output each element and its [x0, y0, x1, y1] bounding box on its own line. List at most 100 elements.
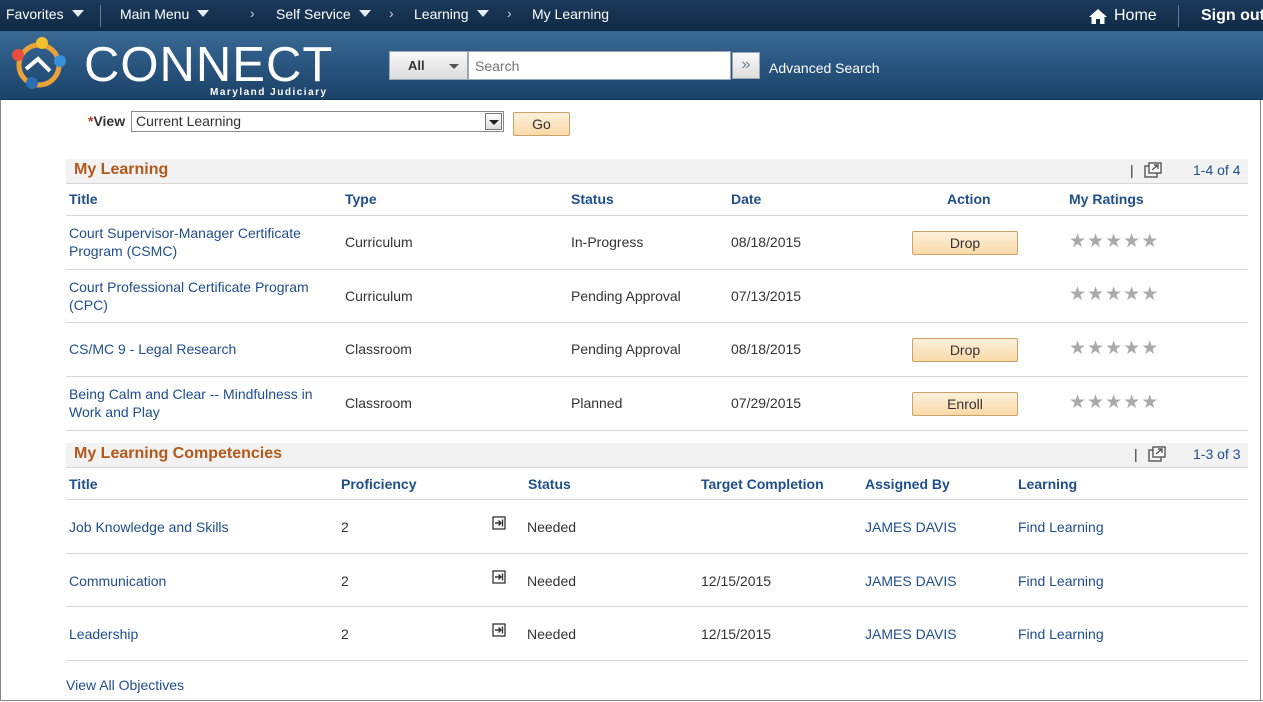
star-icon[interactable]: ★	[1105, 283, 1122, 306]
column-header-target-completion[interactable]: Target Completion	[701, 476, 824, 492]
enter-arrow-icon[interactable]	[492, 570, 506, 584]
nav-divider	[100, 5, 101, 27]
toolbar-divider: |	[1134, 446, 1138, 462]
divider	[66, 183, 1248, 184]
chevron-down-icon	[449, 64, 459, 69]
drop-button[interactable]: Drop	[912, 338, 1018, 362]
star-icon[interactable]: ★	[1105, 337, 1122, 360]
competency-title-link[interactable]: Communication	[69, 573, 166, 589]
enter-arrow-icon[interactable]	[492, 516, 506, 530]
star-icon[interactable]: ★	[1087, 391, 1104, 414]
find-learning-link[interactable]: Find Learning	[1018, 573, 1104, 589]
search-input[interactable]	[468, 51, 731, 80]
breadcrumb-my-learning[interactable]: My Learning	[532, 6, 609, 22]
column-header-proficiency[interactable]: Proficiency	[341, 476, 416, 492]
column-header-title[interactable]: Title	[69, 476, 98, 492]
assigned-by-link[interactable]: JAMES DAVIS	[865, 573, 957, 589]
star-icon[interactable]: ★	[1105, 391, 1122, 414]
favorites-menu[interactable]: Favorites	[6, 6, 84, 22]
learning-title-link[interactable]: Being Calm and Clear -- Mindfulness in W…	[69, 385, 329, 421]
column-header-date[interactable]: Date	[731, 191, 761, 207]
star-icon[interactable]: ★	[1141, 283, 1158, 306]
home-link[interactable]: Home	[1114, 7, 1157, 25]
star-icon[interactable]: ★	[1141, 230, 1158, 253]
star-icon[interactable]: ★	[1069, 283, 1086, 306]
star-icon[interactable]: ★	[1141, 337, 1158, 360]
column-header-title[interactable]: Title	[69, 191, 98, 207]
advanced-search-link[interactable]: Advanced Search	[769, 60, 880, 76]
star-icon[interactable]: ★	[1069, 391, 1086, 414]
competency-status: Needed	[527, 519, 577, 535]
grid-tools: |	[1130, 162, 1162, 178]
learning-type: Curriculum	[345, 288, 413, 304]
find-learning-link[interactable]: Find Learning	[1018, 626, 1104, 642]
breadcrumb-chevron-icon: ›	[250, 5, 255, 21]
chevron-down-icon	[71, 10, 84, 17]
chevron-down-icon	[476, 10, 489, 17]
star-icon[interactable]: ★	[1087, 283, 1104, 306]
competency-proficiency: 2	[341, 519, 349, 535]
frame-border	[0, 100, 1, 700]
star-icon[interactable]: ★	[1087, 230, 1104, 253]
divider	[66, 606, 1248, 607]
view-all-objectives-link[interactable]: View All Objectives	[66, 677, 184, 693]
learning-date: 07/13/2015	[731, 288, 802, 304]
learning-title-link[interactable]: Court Supervisor-Manager Certificate Pro…	[69, 224, 324, 260]
learning-title-link[interactable]: CS/MC 9 - Legal Research	[69, 341, 236, 357]
column-header-assigned-by[interactable]: Assigned By	[865, 476, 950, 492]
breadcrumb-chevron-icon: ›	[389, 5, 394, 21]
star-icon[interactable]: ★	[1087, 337, 1104, 360]
top-navigation-bar: Favorites Main Menu › Self Service › Lea…	[0, 0, 1263, 31]
assigned-by-link[interactable]: JAMES DAVIS	[865, 626, 957, 642]
column-header-action: Action	[947, 191, 991, 207]
my-learning-grid: My Learning | 1-4 of 4 Title Type Status…	[66, 159, 1248, 431]
competency-title-link[interactable]: Job Knowledge and Skills	[69, 519, 229, 535]
rating-stars[interactable]: ★★★★★	[1069, 391, 1159, 414]
star-icon[interactable]: ★	[1123, 283, 1140, 306]
main-menu[interactable]: Main Menu	[120, 6, 210, 22]
competency-target: 12/15/2015	[701, 626, 772, 642]
star-icon[interactable]: ★	[1123, 337, 1140, 360]
grid-title: My Learning	[74, 161, 169, 178]
column-header-status[interactable]: Status	[528, 476, 571, 492]
frame-border	[0, 700, 1263, 701]
home-icon[interactable]	[1088, 8, 1108, 25]
learning-title-link[interactable]: Court Professional Certificate Program (…	[69, 278, 324, 314]
competency-status: Needed	[527, 573, 577, 589]
star-icon[interactable]: ★	[1069, 230, 1086, 253]
star-icon[interactable]: ★	[1123, 230, 1140, 253]
star-icon[interactable]: ★	[1069, 337, 1086, 360]
view-select[interactable]: Current Learning	[131, 111, 504, 132]
signout-link[interactable]: Sign out	[1201, 7, 1263, 25]
breadcrumb-learning[interactable]: Learning	[414, 6, 489, 22]
connect-logo-icon	[12, 37, 66, 89]
divider	[66, 322, 1248, 323]
rating-stars[interactable]: ★★★★★	[1069, 337, 1159, 360]
column-header-status[interactable]: Status	[571, 191, 614, 207]
divider	[66, 660, 1248, 661]
go-button[interactable]: Go	[513, 112, 570, 136]
search-scope-value: All	[408, 58, 425, 73]
star-icon[interactable]: ★	[1123, 391, 1140, 414]
toolbar-divider: |	[1130, 162, 1134, 178]
zoom-grid-icon[interactable]	[1147, 446, 1166, 462]
competency-title-link[interactable]: Leadership	[69, 626, 138, 642]
find-learning-link[interactable]: Find Learning	[1018, 519, 1104, 535]
breadcrumb-chevron-icon: ›	[507, 5, 512, 21]
double-chevron-right-icon: »	[741, 56, 751, 73]
breadcrumb-self-service[interactable]: Self Service	[276, 6, 371, 22]
star-icon[interactable]: ★	[1105, 230, 1122, 253]
enroll-button[interactable]: Enroll	[912, 392, 1018, 416]
enter-arrow-icon[interactable]	[492, 623, 506, 637]
star-icon[interactable]: ★	[1141, 391, 1158, 414]
learning-status: Pending Approval	[571, 341, 681, 357]
assigned-by-link[interactable]: JAMES DAVIS	[865, 519, 957, 535]
drop-button[interactable]: Drop	[912, 231, 1018, 255]
header-brand-bar: CONNECT Maryland Judiciary All » Advance…	[0, 31, 1263, 100]
search-scope-select[interactable]: All	[389, 51, 468, 80]
search-go-button[interactable]: »	[732, 52, 760, 79]
zoom-grid-icon[interactable]	[1143, 162, 1162, 178]
rating-stars[interactable]: ★★★★★	[1069, 283, 1159, 306]
column-header-type[interactable]: Type	[345, 191, 377, 207]
rating-stars[interactable]: ★★★★★	[1069, 230, 1159, 253]
